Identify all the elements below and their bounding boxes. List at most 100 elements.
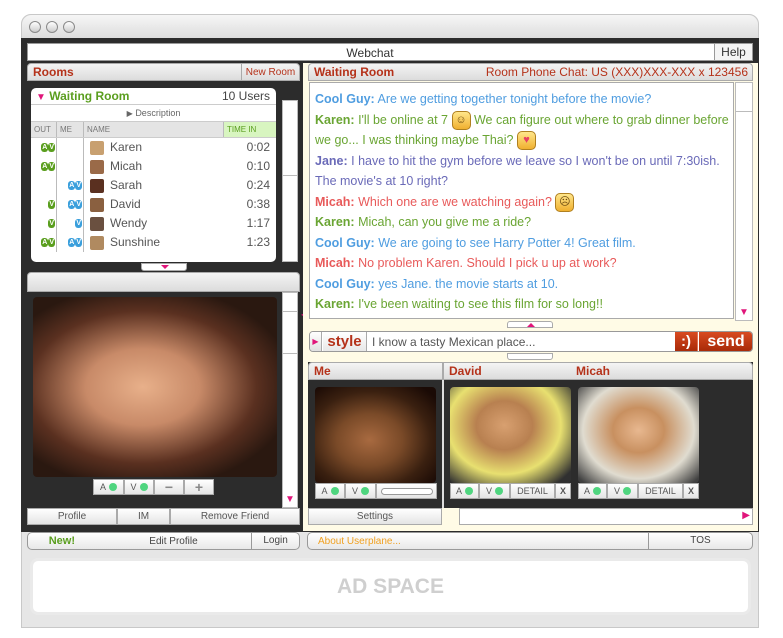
other-name-david: David xyxy=(449,364,482,378)
mic-level-slider[interactable] xyxy=(376,483,437,499)
user-row[interactable]: A V Karen 0:02 xyxy=(31,138,276,157)
me-status: V xyxy=(57,214,84,233)
my-audio-toggle[interactable]: A xyxy=(315,483,345,499)
user-name-cell: Sunshine xyxy=(84,233,224,252)
room-box: ▼ Waiting Room 10 Users ▶ Description OU… xyxy=(31,88,276,262)
micah-video-feed[interactable] xyxy=(578,387,699,483)
micah-detail-button[interactable]: DETAIL xyxy=(638,483,683,499)
col-name[interactable]: NAME xyxy=(84,122,224,137)
scroll-down-arrow-icon[interactable]: ▼ xyxy=(285,494,295,505)
chat-message: Karen: I've been waiting to see this fil… xyxy=(315,294,731,315)
description-label: Description xyxy=(135,108,181,118)
out-status: V xyxy=(31,195,57,214)
confused-emoticon-icon: ☹ xyxy=(555,192,575,212)
friend-audio-toggle[interactable]: A xyxy=(93,479,124,495)
chat-message: Karen: I'll be online at 7 ☺ We can figu… xyxy=(315,110,731,151)
user-name-cell: Sarah xyxy=(84,176,224,195)
chat-scrollbar[interactable]: ▼ xyxy=(735,82,753,321)
friend-scrollbar[interactable]: ▼ xyxy=(282,292,298,508)
help-button[interactable]: Help xyxy=(714,44,752,60)
send-button[interactable]: send xyxy=(699,332,752,351)
zoom-in-button[interactable]: + xyxy=(184,479,214,495)
micah-video-controls: A V DETAIL X xyxy=(578,483,699,499)
audio-badge-icon: A xyxy=(41,238,49,248)
out-status: AV xyxy=(31,233,57,252)
style-expand-arrow-icon[interactable]: ▶ xyxy=(310,332,322,351)
new-room-button[interactable]: New Room xyxy=(241,64,299,80)
message-sender: Cool Guy: xyxy=(315,276,375,291)
video-resize-handle[interactable] xyxy=(507,353,553,360)
me-status xyxy=(57,157,84,176)
settings-button[interactable]: Settings xyxy=(308,508,442,525)
col-me[interactable]: ME xyxy=(57,122,84,137)
user-row[interactable]: V A V David 0:38 xyxy=(31,195,276,214)
video-badge-icon: V xyxy=(48,238,55,248)
audio-status-icon xyxy=(593,487,601,495)
ad-space[interactable]: AD SPACE xyxy=(30,558,751,615)
user-name-cell: David xyxy=(84,195,224,214)
my-video-toggle[interactable]: V xyxy=(345,483,376,499)
out-status: AV xyxy=(31,138,57,157)
audio-badge-icon: A xyxy=(68,200,76,210)
micah-close-button[interactable]: X xyxy=(683,483,699,499)
video-status-icon xyxy=(495,487,503,495)
user-avatar xyxy=(90,197,104,212)
about-link[interactable]: About Userplane... xyxy=(308,536,648,547)
rooms-scrollbar[interactable] xyxy=(282,100,298,262)
david-video-toggle[interactable]: V xyxy=(479,483,510,499)
user-row[interactable]: A V Micah 0:10 xyxy=(31,157,276,176)
chat-message: Cool Guy: Are we getting together tonigh… xyxy=(315,89,731,110)
message-sender: Karen: xyxy=(315,215,355,229)
user-row[interactable]: V V Wendy 1:17 xyxy=(31,214,276,233)
title-bar xyxy=(22,15,758,39)
tos-link[interactable]: TOS xyxy=(648,533,752,549)
im-button[interactable]: IM xyxy=(117,508,170,525)
chat-header: Waiting Room Room Phone Chat: US (XXX)XX… xyxy=(308,63,753,81)
message-input[interactable] xyxy=(370,332,673,351)
rooms-collapse-handle[interactable] xyxy=(141,263,187,271)
chat-message: Karen: Micah, can you give me a ride? xyxy=(315,212,731,233)
video-horizontal-scrollbar[interactable]: ▶ xyxy=(459,508,753,525)
david-video-feed[interactable] xyxy=(450,387,571,483)
up-arrow-icon xyxy=(527,323,535,327)
profile-button[interactable]: Profile xyxy=(27,508,117,525)
room-user-count: 10 Users xyxy=(221,89,270,103)
user-name-cell: Micah xyxy=(84,157,224,176)
emoticon-button[interactable]: :) xyxy=(675,332,698,351)
remove-friend-button[interactable]: Remove Friend xyxy=(170,508,300,525)
col-time-in[interactable]: TIME IN xyxy=(224,122,276,137)
minimize-window-button[interactable] xyxy=(46,21,58,33)
david-detail-button[interactable]: DETAIL xyxy=(510,483,555,499)
edit-profile-link[interactable]: Edit Profile xyxy=(96,536,251,547)
login-button[interactable]: Login xyxy=(251,533,299,549)
video-status-icon xyxy=(623,487,631,495)
david-close-button[interactable]: X xyxy=(555,483,571,499)
zoom-window-button[interactable] xyxy=(63,21,75,33)
my-video-feed[interactable] xyxy=(315,387,436,483)
smile-emoticon-icon: ☺ xyxy=(451,110,471,130)
david-audio-toggle[interactable]: A xyxy=(450,483,479,499)
message-list: Cool Guy: Are we getting together tonigh… xyxy=(315,89,733,315)
room-title-row[interactable]: ▼ Waiting Room 10 Users xyxy=(31,88,276,105)
zoom-out-button[interactable]: − xyxy=(154,479,184,495)
room-description-toggle[interactable]: ▶ Description xyxy=(31,105,276,122)
user-row[interactable]: A V A V Sunshine 1:23 xyxy=(31,233,276,252)
friend-video-feed[interactable] xyxy=(33,297,277,477)
col-out[interactable]: OUT xyxy=(31,122,57,137)
micah-audio-toggle[interactable]: A xyxy=(578,483,607,499)
close-window-button[interactable] xyxy=(29,21,41,33)
micah-video-toggle[interactable]: V xyxy=(607,483,638,499)
audio-badge-icon: A xyxy=(68,181,76,191)
user-avatar xyxy=(90,178,104,193)
scroll-right-arrow-icon[interactable]: ▶ xyxy=(742,510,750,521)
expand-triangle-icon[interactable]: ▼ xyxy=(36,92,46,103)
chat-resize-handle[interactable] xyxy=(507,321,553,328)
chat-scroll-down-icon[interactable]: ▼ xyxy=(739,307,749,318)
user-row[interactable]: A V Sarah 0:24 xyxy=(31,176,276,195)
style-button[interactable]: style xyxy=(323,332,367,351)
friend-video-toggle[interactable]: V xyxy=(124,479,154,495)
user-time-in: 0:24 xyxy=(246,178,270,192)
footer-left: New! Edit Profile Login xyxy=(27,532,300,550)
play-triangle-icon: ▶ xyxy=(126,109,133,118)
user-avatar xyxy=(90,140,104,155)
